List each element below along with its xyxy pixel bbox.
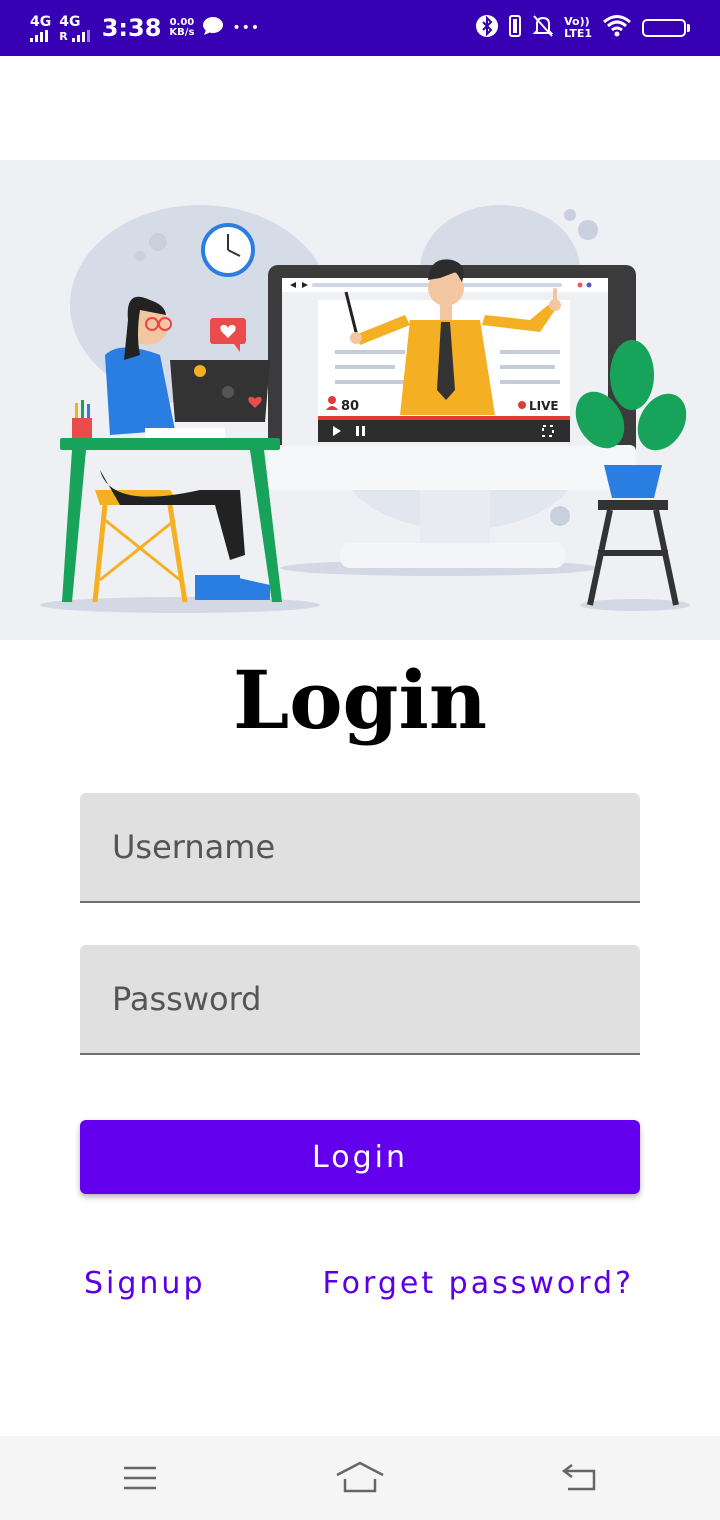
- password-field[interactable]: [80, 945, 640, 1055]
- page-title: Login: [232, 653, 488, 747]
- status-bar: 4G 4G R 3:38 0.00 KB/s ••• Vo)) LTE1 63: [0, 0, 720, 56]
- password-input[interactable]: [80, 945, 640, 1053]
- clock-icon: [201, 223, 255, 277]
- signup-link[interactable]: Signup: [84, 1266, 206, 1301]
- battery-icon: 63: [642, 19, 690, 37]
- signal-icon: 4G: [30, 15, 51, 42]
- bluetooth-icon: [476, 14, 499, 42]
- username-input[interactable]: [80, 793, 640, 901]
- live-label: LIVE: [529, 399, 559, 413]
- menu-icon[interactable]: [110, 1454, 170, 1502]
- chat-bubble-icon: [202, 16, 224, 40]
- more-notifications-icon: •••: [232, 20, 261, 36]
- login-button[interactable]: Login: [80, 1120, 640, 1194]
- vibrate-icon: [508, 14, 522, 42]
- lte-indicator: Vo)) LTE1: [564, 15, 592, 40]
- forget-password-link[interactable]: Forget password?: [323, 1266, 635, 1301]
- clock: 3:38: [101, 14, 162, 42]
- wifi-icon: [602, 14, 632, 42]
- mute-icon: [532, 14, 554, 42]
- signal-icon-2: 4G R: [59, 13, 90, 42]
- network-speed: 0.00 KB/s: [169, 17, 195, 38]
- home-icon[interactable]: [330, 1454, 390, 1502]
- network-type-2: 4G: [59, 13, 81, 30]
- hero-illustration: 80 LIVE: [0, 160, 720, 640]
- navigation-bar: [0, 1436, 720, 1520]
- network-type-1: 4G: [30, 13, 52, 30]
- viewer-count: 80: [341, 399, 359, 414]
- username-field[interactable]: [80, 793, 640, 903]
- back-icon[interactable]: [550, 1454, 610, 1502]
